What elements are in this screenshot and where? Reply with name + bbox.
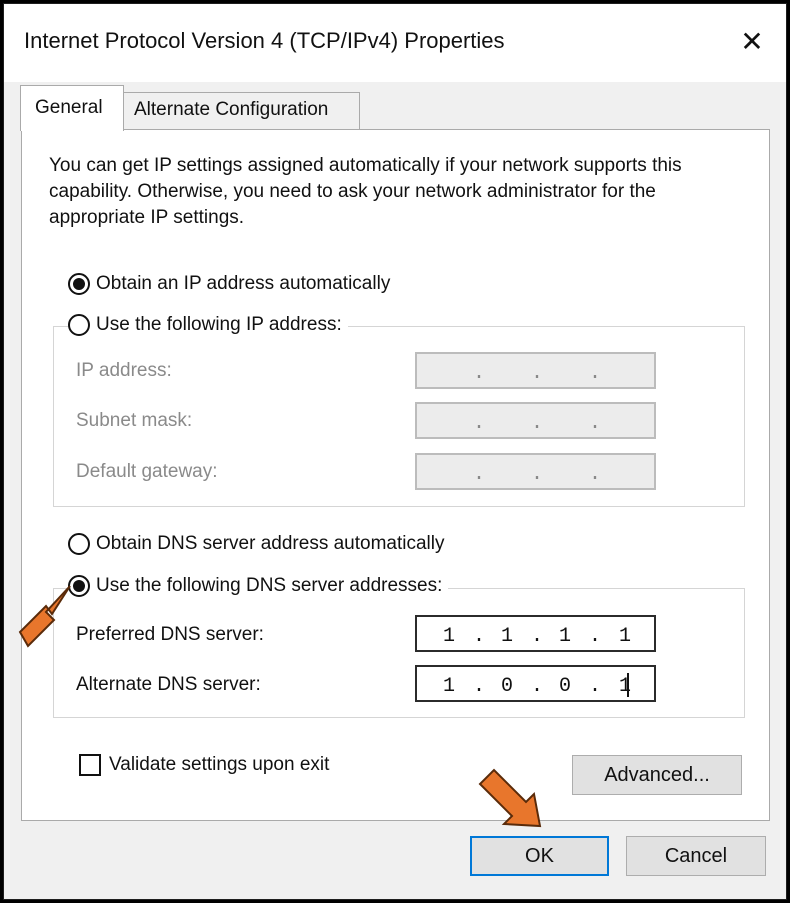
annotation-arrows <box>18 585 542 828</box>
arrow-icon <box>478 768 542 828</box>
tab-general[interactable]: General <box>20 85 124 131</box>
arrow-icon <box>18 585 71 648</box>
